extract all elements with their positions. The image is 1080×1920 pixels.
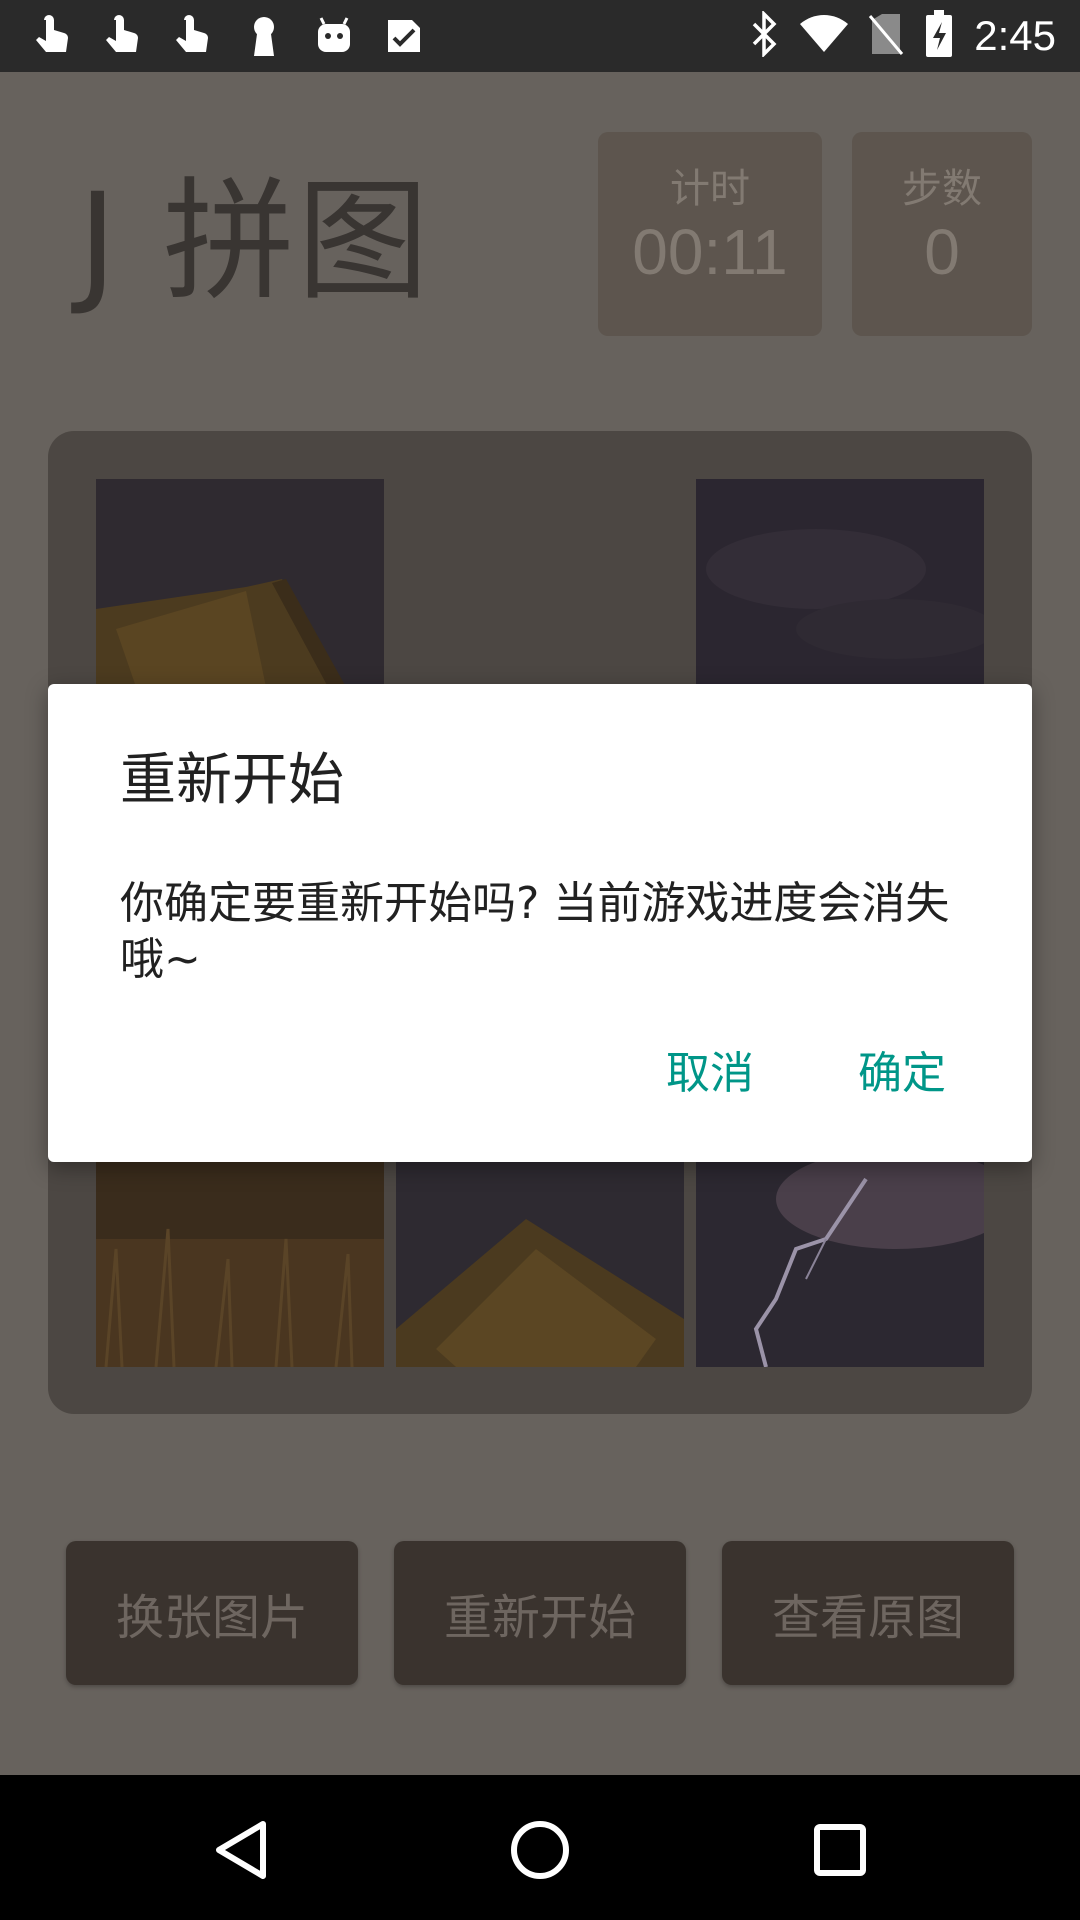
change-image-button[interactable]: 换张图片 — [66, 1541, 358, 1685]
puzzle-tile[interactable] — [96, 1159, 384, 1367]
clock: 2:45 — [974, 12, 1056, 59]
touch-app-icon — [170, 12, 218, 60]
notification-icons — [30, 12, 428, 60]
touch-app-icon — [100, 12, 148, 60]
android-icon — [310, 12, 358, 60]
restart-button[interactable]: 重新开始 — [394, 1541, 686, 1685]
no-sim-icon — [868, 12, 904, 60]
puzzle-tile[interactable] — [396, 1159, 684, 1367]
puzzle-tile[interactable] — [96, 479, 384, 687]
dialog-message: 你确定要重新开始吗? 当前游戏进度会消失哦~ — [120, 878, 950, 985]
touch-app-icon — [30, 12, 78, 60]
back-icon[interactable] — [196, 1805, 286, 1895]
timer-label: 计时 — [670, 166, 750, 212]
navigation-bar — [0, 1775, 1080, 1920]
steps-value: 0 — [924, 216, 960, 288]
check-box-icon — [380, 12, 428, 60]
keyhole-icon — [240, 12, 288, 60]
home-icon[interactable] — [495, 1805, 585, 1895]
restart-dialog: 重新开始 你确定要重新开始吗? 当前游戏进度会消失哦~ 取消 确定 — [48, 684, 1032, 1162]
steps-card: 步数 0 — [852, 132, 1032, 336]
steps-label: 步数 — [902, 166, 982, 212]
puzzle-tile[interactable] — [696, 1159, 984, 1367]
confirm-button[interactable]: 确定 — [850, 1044, 954, 1104]
recents-icon[interactable] — [795, 1805, 885, 1895]
status-bar: 2:45 — [0, 0, 1080, 72]
system-icons: 2:45 — [750, 9, 1056, 62]
bluetooth-icon — [750, 9, 780, 61]
wifi-icon — [800, 14, 849, 58]
timer-card: 计时 00:11 — [598, 132, 822, 336]
timer-value: 00:11 — [632, 216, 788, 288]
view-original-button[interactable]: 查看原图 — [722, 1541, 1014, 1685]
cancel-button[interactable]: 取消 — [658, 1044, 762, 1104]
battery-charging-icon — [924, 10, 954, 62]
dialog-title: 重新开始 — [120, 748, 344, 813]
puzzle-tile[interactable] — [696, 479, 984, 687]
app-title: J 拼图 — [78, 165, 431, 319]
